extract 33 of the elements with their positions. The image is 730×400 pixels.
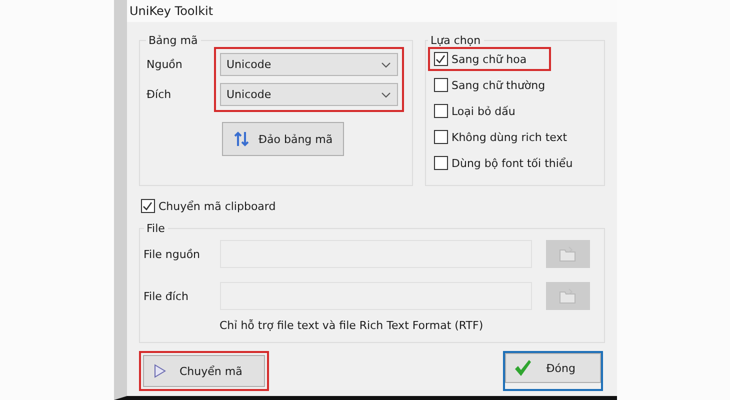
close-button[interactable]: Đóng (505, 353, 600, 383)
swap-button[interactable]: Đảo bảng mã (222, 122, 344, 156)
group-label: Bảng mã (148, 34, 199, 47)
checkbox[interactable] (434, 52, 448, 66)
folder-icon (558, 288, 576, 304)
play-icon (154, 364, 166, 378)
field-label: File nguồn (144, 248, 202, 260)
checkbox-label: Loại bỏ dấu (452, 104, 516, 118)
field-label: File đích (144, 290, 190, 302)
checkbox-label: Dùng bộ font tối thiểu (452, 156, 573, 170)
group-label: File (146, 222, 166, 235)
convert-button[interactable]: Chuyển mã (142, 355, 266, 387)
field-label: Nguồn (146, 58, 182, 71)
chevron-down-icon (380, 92, 390, 98)
checkbox[interactable] (434, 130, 448, 144)
checkbox-label: Không dùng rich text (452, 130, 568, 144)
checkbox[interactable] (140, 199, 154, 213)
checkbox-label: Sang chữ hoa (452, 52, 527, 66)
window-title: UniKey Toolkit (130, 4, 214, 18)
checkbox[interactable] (434, 104, 448, 118)
dropdown[interactable]: Unicode (220, 53, 398, 76)
checkbox[interactable] (434, 78, 448, 92)
chevron-down-icon (380, 62, 390, 68)
swap-arrows-icon (232, 130, 250, 148)
checkbox[interactable] (434, 156, 448, 170)
checkbox-label: Sang chữ thường (452, 78, 546, 92)
checkbox-label: Chuyển mã clipboard (158, 200, 276, 212)
group-label: Lựa chọn (430, 34, 482, 47)
checkmark-icon (514, 359, 532, 377)
hint-text: Chỉ hỗ trợ file text và file Rich Text Format (RTF) (220, 319, 484, 332)
folder-icon (558, 246, 576, 262)
dropdown[interactable]: Unicode (220, 83, 398, 106)
field-label: Đích (146, 88, 172, 101)
